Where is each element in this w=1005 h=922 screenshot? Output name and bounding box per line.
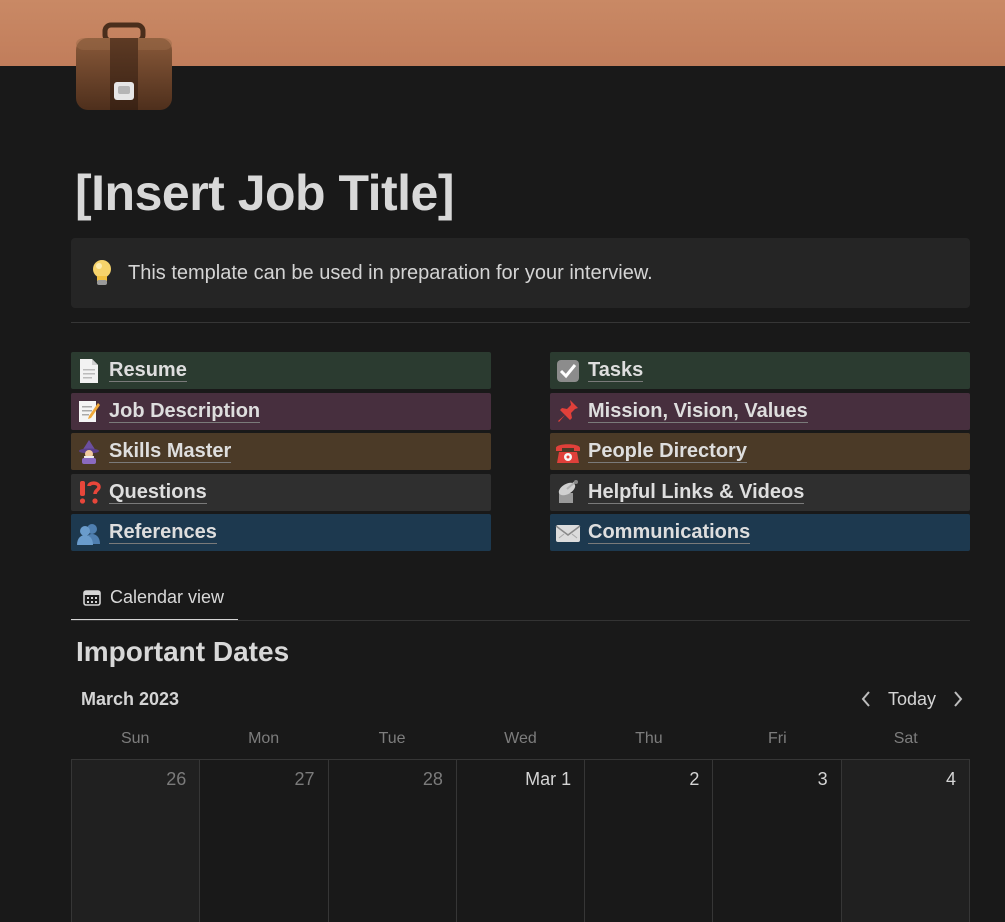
link-people-directory[interactable]: People Directory [550,433,970,471]
calendar-nav: Today [854,686,970,712]
day-number: 4 [945,769,956,789]
link-label: People Directory [588,440,747,464]
page-title[interactable]: [Insert Job Title] [75,162,455,224]
link-label: Helpful Links & Videos [588,480,805,504]
memo-icon [76,398,102,424]
link-skills-master[interactable]: Skills Master [71,433,491,471]
people-icon [76,520,102,546]
weekday-label: Sat [893,730,918,747]
day-number: 26 [166,769,187,789]
page-icon [76,358,102,384]
tab-calendar-view[interactable]: Calendar view [71,576,238,621]
link-label: Job Description [109,399,261,423]
day-number: 2 [689,769,700,789]
link-label: Tasks [588,359,644,382]
weekday-label: Tue [378,730,406,747]
link-references[interactable]: References [71,514,491,552]
divider [71,322,970,323]
tabs-divider [71,620,970,621]
calendar-month: March 2023 [81,689,180,709]
day-number: 3 [817,769,828,789]
telephone-icon [555,439,581,465]
link-label: Questions [109,480,207,504]
link-communications[interactable]: Communications [550,514,970,552]
callout-block[interactable]: This template can be used in preparation… [71,238,970,308]
calendar-icon [83,589,101,606]
link-questions[interactable]: Questions [71,473,491,511]
link-label: Communications [588,521,751,545]
weekday-label: Fri [767,730,787,747]
weekday-label: Wed [504,730,537,747]
links-column-right: Tasks Mission, Vision, Values People Dir… [550,352,970,555]
lightbulb-icon [91,259,113,287]
link-label: References [109,521,217,545]
day-number: Mar 1 [525,769,572,789]
calendar-day-cell[interactable]: 26 [72,760,201,922]
mage-icon [76,439,102,465]
link-label: Mission, Vision, Values [588,399,808,423]
link-mission-vision-values[interactable]: Mission, Vision, Values [550,392,970,430]
link-tasks[interactable]: Tasks [550,352,970,389]
tab-label: Calendar view [110,587,225,607]
calendar-grid: 26 27 28 Mar 1 2 3 4 [71,759,970,922]
calendar-day-cell[interactable]: 28 [329,760,457,922]
links-column-left: Resume Job Description Skills Master Que… [71,352,491,555]
today-button[interactable]: Today [888,689,936,710]
day-number: 28 [422,769,443,789]
link-job-description[interactable]: Job Description [71,392,491,430]
calendar-day-cell[interactable]: 2 [585,760,714,922]
link-resume[interactable]: Resume [71,352,491,389]
weekday-label: Mon [248,730,280,747]
calendar-day-cell[interactable]: 27 [200,760,329,922]
day-number: 27 [294,769,315,789]
calendar-day-cell[interactable]: 4 [841,760,970,922]
satellite-icon [555,479,581,505]
link-helpful-links-videos[interactable]: Helpful Links & Videos [550,473,970,511]
envelope-icon [555,520,581,546]
callout-text: This template can be used in preparation… [128,261,653,284]
calendar-day-cell[interactable]: Mar 1 [457,760,586,922]
checkbox-icon [555,358,581,384]
link-label: Skills Master [109,440,232,464]
chevron-left-icon[interactable] [854,686,878,712]
chevron-right-icon[interactable] [946,686,970,712]
exclamation-question-icon [76,479,102,505]
weekday-label: Sun [120,730,150,747]
calendar-day-cell[interactable]: 3 [713,760,842,922]
briefcase-icon[interactable] [74,22,174,112]
pushpin-icon [555,398,581,424]
database-title[interactable]: Important Dates [76,636,289,668]
weekday-label: Thu [635,730,663,747]
calendar-weekdays: Sun Mon Tue Wed Thu Fri Sat [71,730,970,748]
link-label: Resume [109,359,187,382]
